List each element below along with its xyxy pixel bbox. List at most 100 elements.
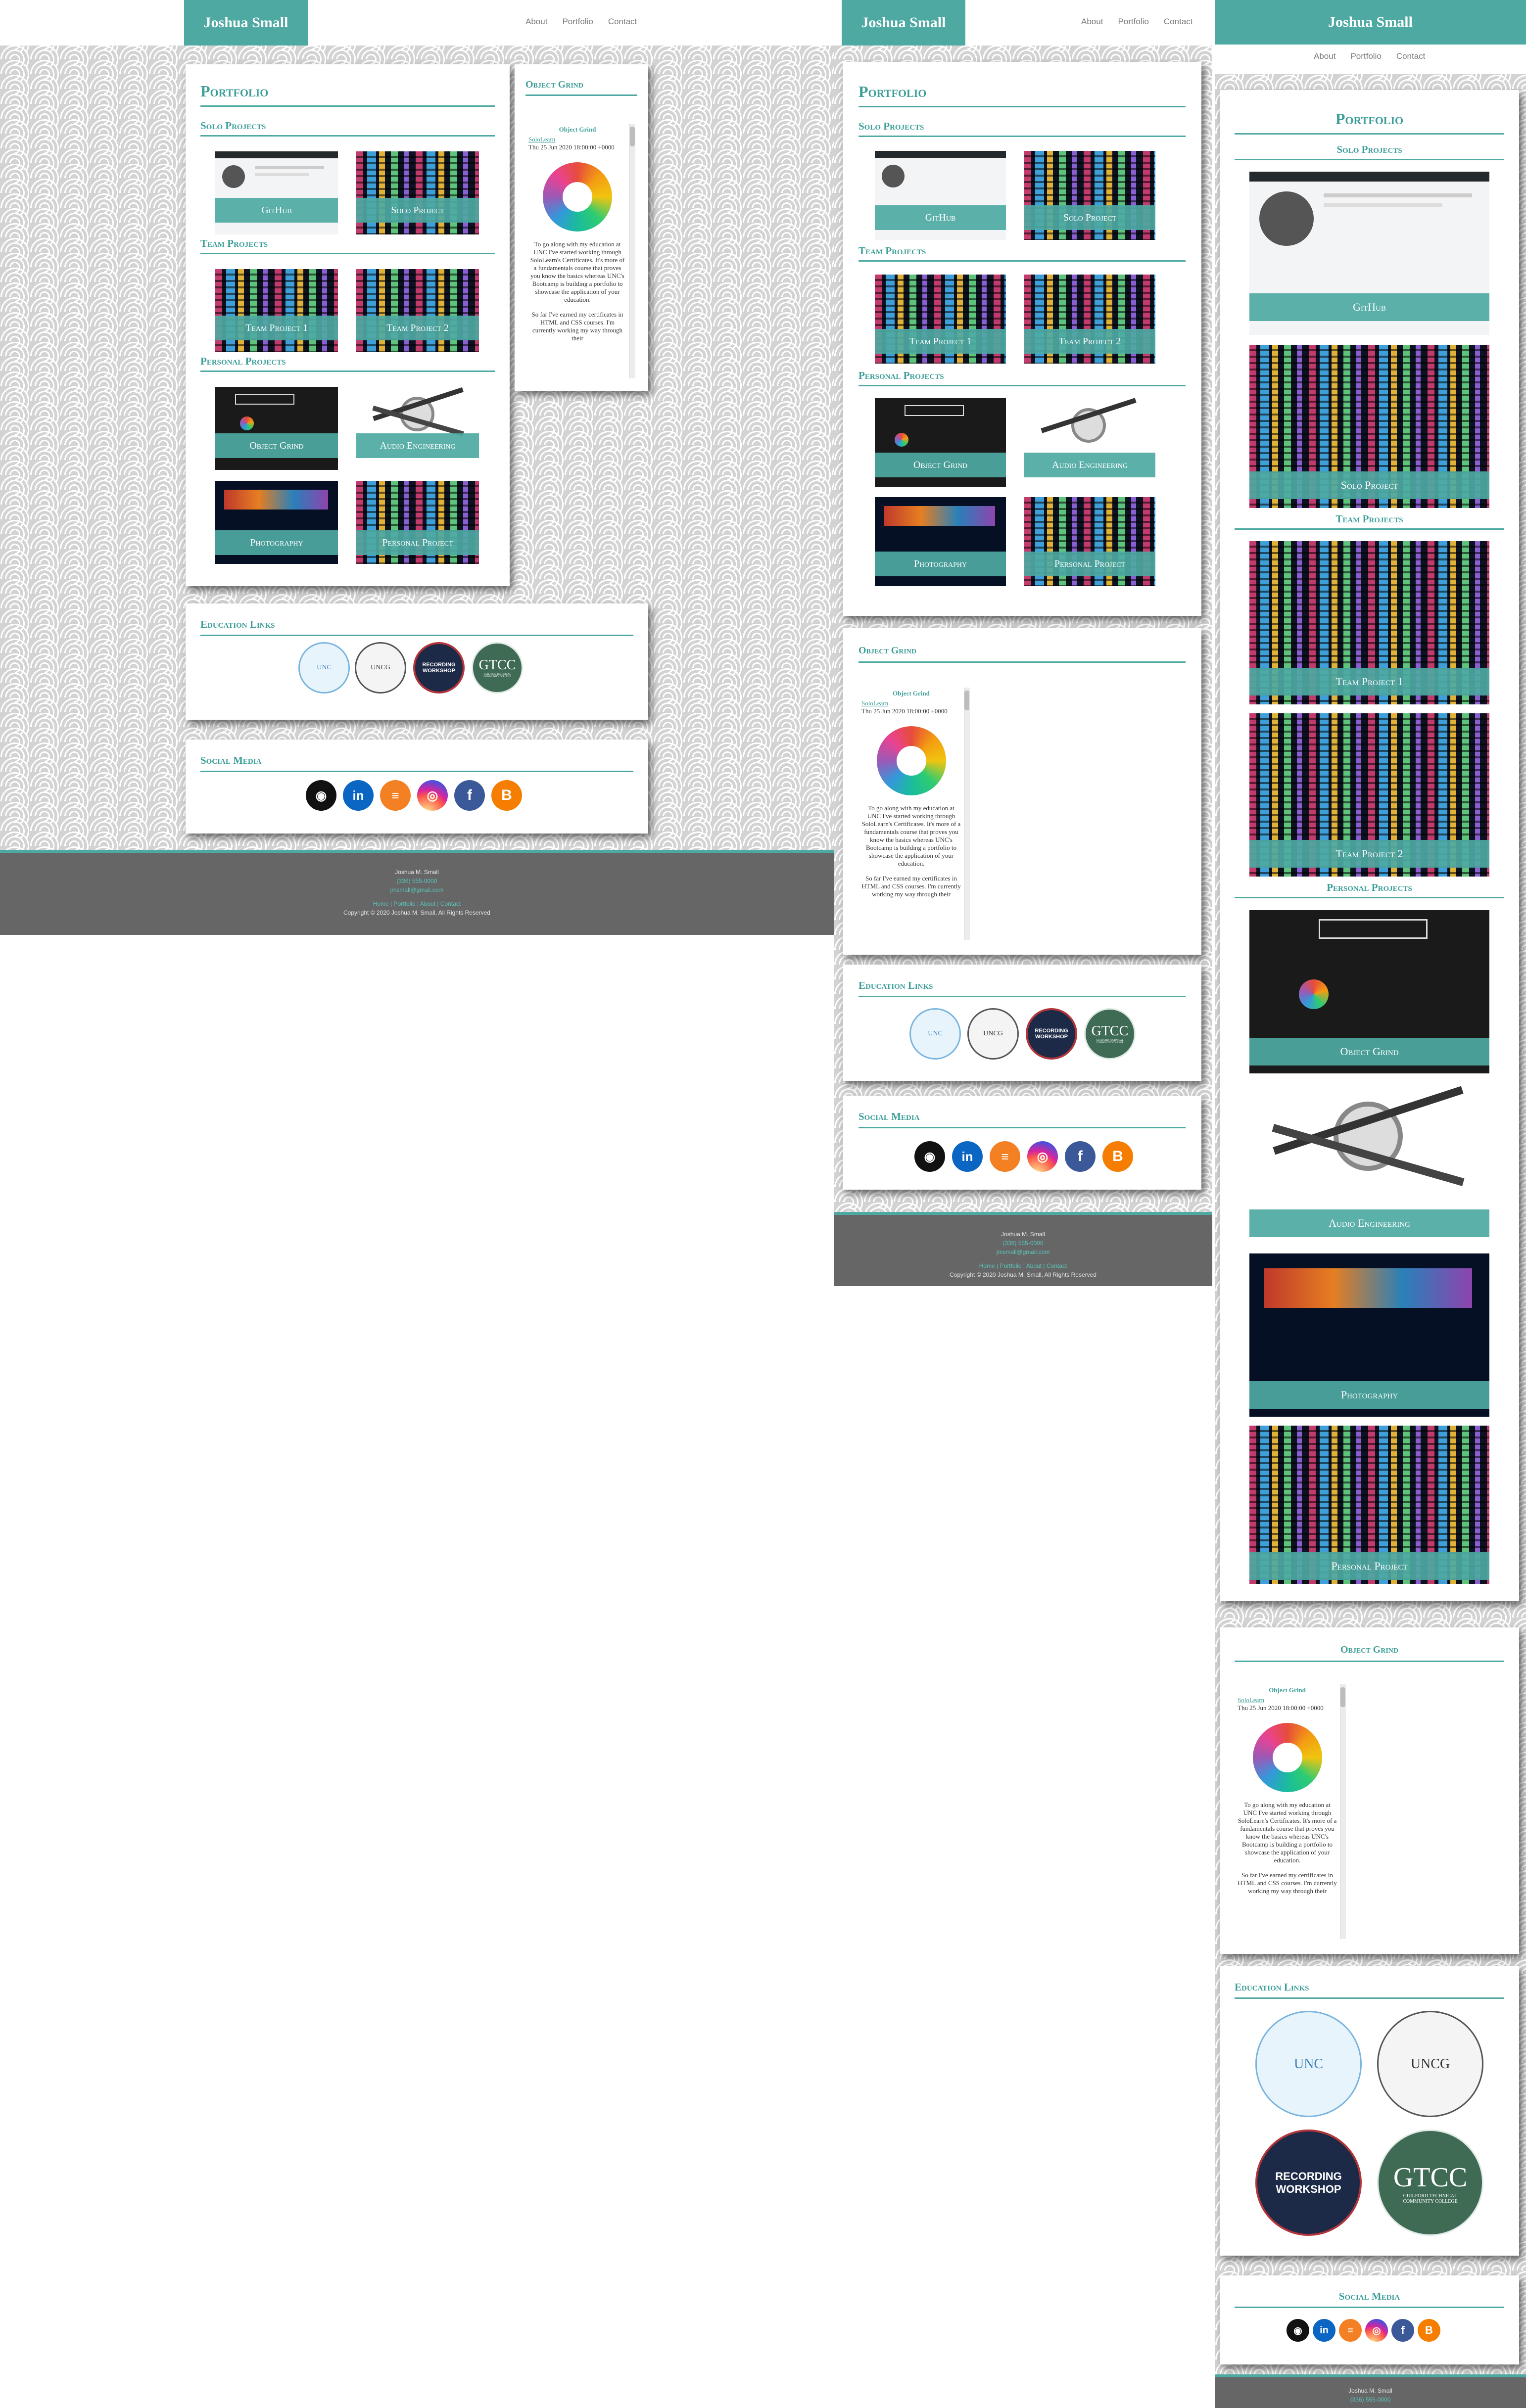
tile-team-project-2[interactable]: Team Project 2 [1024,275,1155,364]
feed-scrollbar[interactable] [629,124,635,378]
github-icon[interactable]: ◉ [306,780,336,811]
blogger-icon[interactable]: B [1102,1141,1133,1172]
feed-link[interactable]: SoloLearn [528,136,626,143]
rss-feed[interactable]: Object Grind SoloLearn Thu 25 Jun 2020 1… [525,124,635,378]
team-projects-heading: Team Projects [858,245,1186,262]
uncg-logo[interactable]: UNCG [355,642,406,694]
gtcc-logo[interactable]: GTCC GUILFORD TECHNICAL COMMUNITY COLLEG… [1377,2130,1483,2236]
footer-accent-bar [0,850,834,853]
feed-scrollbar[interactable] [1340,1684,1346,1939]
tile-audio-engineering[interactable]: Audio Engineering [1024,398,1155,487]
tile-object-grind[interactable]: Object Grind [1249,910,1489,1073]
recording-workshop-logo[interactable]: RECORDING WORKSHOP [1026,1008,1077,1060]
blogger-icon[interactable]: B [491,780,522,811]
tile-object-grind[interactable]: Object Grind [875,398,1006,487]
unc-logo[interactable]: UNC [909,1008,961,1060]
facebook-icon[interactable]: f [1065,1141,1096,1172]
nav-portfolio[interactable]: Portfolio [1118,17,1148,27]
tile-team1-label: Team Project 1 [875,329,1006,354]
nav-contact[interactable]: Contact [1164,17,1193,27]
desktop-view: Joshua Small About Portfolio Contact Por… [0,0,834,935]
nav-portfolio[interactable]: Portfolio [1350,51,1381,61]
tile-team-project-1[interactable]: Team Project 1 [875,275,1006,364]
nav-about[interactable]: About [1314,51,1335,61]
nav-portfolio[interactable]: Portfolio [562,17,593,27]
tile-audio-engineering[interactable]: Audio Engineering [1249,1082,1489,1245]
github-icon[interactable]: ◉ [914,1141,945,1172]
footer: Joshua M. Small (336) 555-0000 jmsmall@g… [834,1212,1212,1286]
recording-workshop-logo[interactable]: RECORDING WORKSHOP [1255,2130,1362,2236]
solo-projects-heading: Solo Projects [858,120,1186,137]
tile-team-project-1[interactable]: Team Project 1 [1249,541,1489,704]
footer-phone[interactable]: (336) 555-0000 [834,1239,1212,1248]
footer-email[interactable]: jmsmall@gmail.com [834,1248,1212,1256]
tile-team-project-1[interactable]: Team Project 1 [215,269,338,352]
linkedin-icon[interactable]: in [952,1141,983,1172]
rss-feed[interactable]: Object Grind SoloLearn Thu 25 Jun 2020 1… [858,688,970,940]
tile-solo-project[interactable]: Solo Project [1024,151,1155,240]
tile-solo-label: Solo Project [1249,471,1489,499]
brand-logo[interactable]: Joshua Small [842,0,965,46]
instagram-icon[interactable]: ◎ [1027,1141,1058,1172]
nav-contact[interactable]: Contact [1396,51,1426,61]
gtcc-logo-subtext: GUILFORD TECHNICAL COMMUNITY COLLEGE [1403,2193,1458,2204]
stackoverflow-icon[interactable]: ≡ [380,780,411,811]
gtcc-logo-text: GTCC [1393,2162,1468,2193]
education-title: Education Links [1235,1981,1504,1999]
facebook-icon[interactable]: f [1391,2319,1414,2342]
footer-links[interactable]: Home | Portfolio | About | Contact [0,899,834,908]
education-card: Education Links UNC UNCG RECORDING WORKS… [1220,1966,1519,2256]
tile-photography[interactable]: Photography [1249,1253,1489,1417]
tile-personal-project[interactable]: Personal Project [356,481,479,564]
tile-personal-project[interactable]: Personal Project [1024,497,1155,586]
stackoverflow-icon[interactable]: ≡ [1339,2319,1362,2342]
tile-solo-project[interactable]: Solo Project [1249,345,1489,508]
uncg-logo[interactable]: UNCG [1377,2011,1483,2117]
feed-scrollbar[interactable] [964,688,970,940]
tile-audio-engineering[interactable]: Audio Engineering [356,387,479,470]
uncg-logo[interactable]: UNCG [967,1008,1019,1060]
tile-team-project-2[interactable]: Team Project 2 [356,269,479,352]
tile-photography[interactable]: Photography [875,497,1006,586]
rss-feed[interactable]: Object Grind SoloLearn Thu 25 Jun 2020 1… [1235,1684,1346,1939]
github-icon[interactable]: ◉ [1287,2319,1309,2342]
gtcc-logo[interactable]: GTCC GUILFORD TECHNICAL COMMUNITY COLLEG… [1084,1008,1136,1060]
tile-personal-label: Personal Project [1024,552,1155,576]
tile-personal-project[interactable]: Personal Project [1249,1426,1489,1584]
tile-photography-label: Photography [875,552,1006,576]
instagram-icon[interactable]: ◎ [417,780,448,811]
footer-email[interactable]: jmsmall@gmail.com [0,885,834,894]
nav-contact[interactable]: Contact [608,17,637,27]
gtcc-logo[interactable]: GTCC GUILFORD TECHNICAL COMMUNITY COLLEG… [472,642,523,694]
footer-phone[interactable]: (336) 555-0000 [0,877,834,885]
footer-links[interactable]: Home | Portfolio | About | Contact [834,1261,1212,1270]
tile-github[interactable]: GitHub [215,151,338,234]
tile-github[interactable]: GitHub [875,151,1006,240]
nav-about[interactable]: About [525,17,547,27]
linkedin-icon[interactable]: in [343,780,374,811]
stackoverflow-icon[interactable]: ≡ [990,1141,1020,1172]
brand-logo[interactable]: Joshua Small [184,0,308,46]
recording-workshop-logo[interactable]: RECORDING WORKSHOP [413,642,465,694]
blogger-icon[interactable]: B [1418,2319,1440,2342]
feed-link[interactable]: SoloLearn [861,699,961,707]
main-nav: About Portfolio Contact [525,17,637,27]
instagram-icon[interactable]: ◎ [1365,2319,1388,2342]
footer-copyright: Copyright © 2020 Joshua M. Small, All Ri… [950,1271,1097,1278]
tile-photography[interactable]: Photography [215,481,338,564]
linkedin-icon[interactable]: in [1313,2319,1335,2342]
footer-phone[interactable]: (336) 555-0000 [1215,2395,1526,2404]
tile-team-project-2[interactable]: Team Project 2 [1249,713,1489,877]
nav-about[interactable]: About [1081,17,1103,27]
tile-github[interactable]: GitHub [1249,172,1489,335]
facebook-icon[interactable]: f [454,780,485,811]
sololearn-logo-icon [1252,1723,1322,1792]
header: Joshua Small About Portfolio Contact [834,0,1212,46]
unc-logo[interactable]: UNC [1255,2011,1362,2117]
brand-logo[interactable]: Joshua Small [1215,0,1526,45]
feed-link[interactable]: SoloLearn [1238,1696,1337,1704]
tile-object-grind[interactable]: Object Grind [215,387,338,470]
unc-logo[interactable]: UNC [298,642,350,694]
tile-solo-project[interactable]: Solo Project [356,151,479,234]
education-card: Education Links UNC UNCG RECORDING WORKS… [186,603,648,720]
